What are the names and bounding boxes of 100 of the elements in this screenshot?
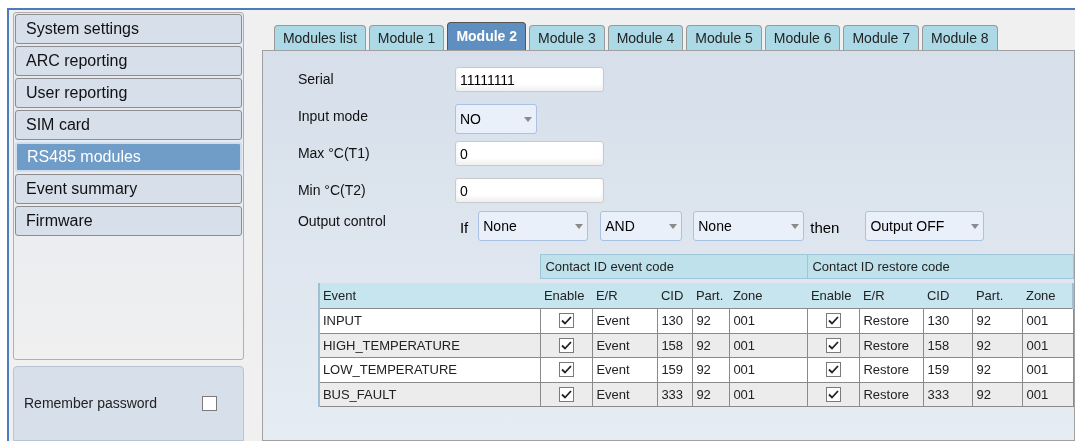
check-icon xyxy=(828,365,840,374)
field-label: Min °C(T2) xyxy=(297,181,367,200)
table-cell: 130 xyxy=(661,313,684,328)
table-cell: Event xyxy=(596,386,630,402)
table-cell: 92 xyxy=(696,362,711,377)
table-cell: Restore xyxy=(863,337,909,353)
table-cell: 92 xyxy=(696,386,711,402)
condition-dropdown[interactable]: None xyxy=(693,211,805,241)
table-cell: 159 xyxy=(927,362,950,377)
tab[interactable]: Module 3 xyxy=(529,25,605,50)
enable-checkbox[interactable] xyxy=(826,337,842,353)
table-cell: Restore xyxy=(863,313,909,328)
column-header: CID xyxy=(923,282,973,309)
text-field[interactable]: 11111111 xyxy=(454,67,604,92)
tab[interactable]: Module 8 xyxy=(922,25,998,50)
text-field[interactable]: 0 xyxy=(454,141,604,166)
enable-checkbox[interactable] xyxy=(826,386,842,402)
field-label: Input mode xyxy=(297,107,369,126)
caret-icon xyxy=(791,223,800,229)
table-cell: 001 xyxy=(1026,313,1049,328)
table-cell: BUS_FAULT xyxy=(322,386,397,402)
check-icon xyxy=(828,340,840,350)
table-cell: 001 xyxy=(1026,362,1049,377)
table-cell: 92 xyxy=(976,362,991,377)
sidebar-item[interactable]: Event summary xyxy=(15,174,242,204)
table-cell: 92 xyxy=(976,337,991,353)
condition-dropdown[interactable]: None xyxy=(478,211,589,241)
column-header: Event xyxy=(318,282,541,309)
column-header: Part. xyxy=(692,282,730,309)
text-field[interactable]: 0 xyxy=(454,178,604,203)
remember-password-checkbox[interactable] xyxy=(201,396,217,411)
column-header: Part. xyxy=(972,282,1023,309)
table-cell: 001 xyxy=(733,362,756,377)
table-cell: 159 xyxy=(661,362,684,377)
table-cell: 130 xyxy=(927,313,950,328)
table-cell: Event xyxy=(596,313,630,328)
sidebar-item[interactable]: System settings xyxy=(15,14,242,44)
column-header: Zone xyxy=(1022,282,1073,309)
then-label: then xyxy=(810,217,840,238)
table-cell: 001 xyxy=(1026,386,1049,402)
table-cell: Event xyxy=(596,362,630,377)
action-dropdown[interactable]: Output OFF xyxy=(865,211,985,241)
enable-checkbox[interactable] xyxy=(559,362,575,377)
caret-icon xyxy=(523,116,532,122)
tab[interactable]: Module 7 xyxy=(843,25,920,50)
table-cell: 92 xyxy=(696,313,711,328)
enable-checkbox[interactable] xyxy=(826,362,842,377)
table-cell: 158 xyxy=(661,337,684,353)
remember-password-label: Remember password xyxy=(24,394,158,413)
table-cell: 001 xyxy=(733,386,756,402)
table-cell: LOW_TEMPERATURE xyxy=(322,362,457,377)
table-cell: HIGH_TEMPERATURE xyxy=(322,337,460,353)
enable-checkbox[interactable] xyxy=(559,337,575,353)
tab[interactable]: Module 5 xyxy=(686,25,762,50)
tab[interactable]: Module 6 xyxy=(764,25,841,50)
field-label: Max °C(T1) xyxy=(297,144,371,163)
column-header: Enable xyxy=(807,282,860,309)
caret-icon xyxy=(575,223,584,229)
table-cell: 92 xyxy=(976,313,991,328)
sidebar-item[interactable]: ARC reporting xyxy=(15,46,242,76)
enable-checkbox[interactable] xyxy=(826,313,842,328)
tab[interactable]: Module 1 xyxy=(368,25,445,50)
table-cell: 333 xyxy=(661,386,684,402)
field-label: Output control xyxy=(297,212,387,231)
column-header: Zone xyxy=(729,282,808,309)
check-icon xyxy=(561,316,573,325)
table-cell: 001 xyxy=(733,337,756,353)
check-icon xyxy=(828,389,840,399)
column-header: E/R xyxy=(592,282,658,309)
table-cell: INPUT xyxy=(322,313,362,328)
sidebar-item[interactable]: Firmware xyxy=(15,206,242,236)
input-mode-dropdown[interactable]: NO xyxy=(454,104,537,134)
table-cell: Event xyxy=(596,337,630,353)
column-header: Enable xyxy=(540,282,593,309)
table-cell: 001 xyxy=(733,313,756,328)
tab[interactable]: Module 4 xyxy=(607,25,684,50)
check-icon xyxy=(561,340,573,350)
enable-checkbox[interactable] xyxy=(559,313,575,328)
caret-icon xyxy=(669,223,678,229)
check-icon xyxy=(561,389,573,399)
check-icon xyxy=(828,316,840,325)
group-header: Contact ID event code xyxy=(540,254,808,279)
table-cell: Restore xyxy=(863,386,909,402)
table-cell: 001 xyxy=(1026,337,1049,353)
group-header: Contact ID restore code xyxy=(807,254,1073,279)
operator-dropdown[interactable]: AND xyxy=(600,211,683,241)
tab[interactable]: Modules list xyxy=(273,25,366,50)
table-cell: 92 xyxy=(976,386,991,402)
table-cell: 333 xyxy=(927,386,950,402)
table-cell: 158 xyxy=(927,337,950,353)
if-label: If xyxy=(459,217,469,238)
sidebar-item[interactable]: User reporting xyxy=(15,78,242,108)
field-label: Serial xyxy=(297,70,335,89)
check-icon xyxy=(561,365,573,374)
column-header: E/R xyxy=(859,282,924,309)
column-header: CID xyxy=(657,282,693,309)
caret-icon xyxy=(971,223,980,229)
enable-checkbox[interactable] xyxy=(559,386,575,402)
table-cell: 92 xyxy=(696,337,711,353)
sidebar-item[interactable]: SIM card xyxy=(15,110,242,140)
